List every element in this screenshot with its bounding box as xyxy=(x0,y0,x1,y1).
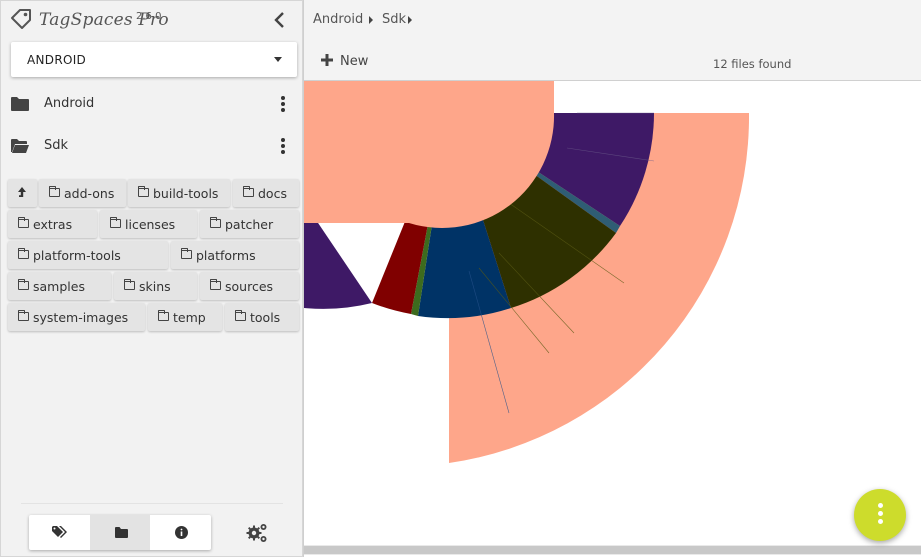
tag-logo-icon xyxy=(11,9,31,29)
subfolder-temp[interactable]: temp xyxy=(148,303,222,331)
location-select[interactable]: ANDROID xyxy=(11,42,297,77)
tab-folders[interactable] xyxy=(90,515,150,550)
scrollbar-thumb[interactable] xyxy=(304,546,921,554)
subfolder-patcher[interactable]: patcher xyxy=(200,210,299,238)
folder-open-icon xyxy=(11,139,29,153)
subfolder-docs[interactable]: docs xyxy=(233,179,299,207)
sidebar: TagSpaces Pro 2.6.0 ANDROID Android Sdk xyxy=(0,0,303,557)
directory-row-sdk[interactable]: Sdk xyxy=(1,125,304,167)
more-vert-icon[interactable] xyxy=(273,94,293,114)
folder-outline-icon xyxy=(210,279,221,290)
subfolder-tools[interactable]: tools xyxy=(225,303,299,331)
arrow-up-icon xyxy=(18,187,26,197)
sidebar-tabs xyxy=(29,515,211,550)
info-icon xyxy=(175,526,188,539)
files-found-count: 12 files found xyxy=(713,57,792,71)
horizontal-scrollbar[interactable] xyxy=(304,545,921,555)
folder-outline-icon xyxy=(158,310,169,321)
subfolder-licenses[interactable]: licenses xyxy=(100,210,197,238)
subfolder-skins[interactable]: skins xyxy=(114,272,197,300)
new-button-label: New xyxy=(340,54,369,69)
plus-icon xyxy=(321,54,333,66)
fab-more-button[interactable] xyxy=(854,489,906,541)
breadcrumb-arrow-icon xyxy=(408,16,412,24)
chevron-left-icon[interactable] xyxy=(269,9,291,31)
subfolder-system-images[interactable]: system-images xyxy=(8,303,145,331)
folder-outline-icon xyxy=(210,217,221,228)
tab-tags[interactable] xyxy=(29,515,89,550)
subfolder-platform-tools[interactable]: platform-tools xyxy=(8,241,168,269)
folder-visualization[interactable] xyxy=(304,81,921,545)
location-selected-value: ANDROID xyxy=(27,53,87,67)
folder-outline-icon xyxy=(49,186,60,197)
subfolder-build-tools[interactable]: build-tools xyxy=(128,179,230,207)
breadcrumb-arrow-icon xyxy=(369,16,373,24)
folder-outline-icon xyxy=(18,279,29,290)
folder-icon xyxy=(11,97,29,111)
gears-icon[interactable] xyxy=(245,521,269,545)
caret-down-icon xyxy=(274,57,282,62)
app-version: 2.6.0 xyxy=(136,11,162,22)
go-up-button[interactable] xyxy=(8,179,37,207)
tab-info[interactable] xyxy=(151,515,211,550)
folder-outline-icon xyxy=(235,310,246,321)
subfolder-sources[interactable]: sources xyxy=(200,272,299,300)
directory-label: Android xyxy=(44,96,95,111)
folder-outline-icon xyxy=(243,186,254,197)
folder-outline-icon xyxy=(18,248,29,259)
directory-label: Sdk xyxy=(44,138,69,153)
subfolder-extras[interactable]: extras xyxy=(8,210,97,238)
subfolder-platforms[interactable]: platforms xyxy=(171,241,299,269)
more-vert-icon xyxy=(878,503,883,508)
tags-icon xyxy=(52,526,67,538)
more-vert-icon[interactable] xyxy=(273,136,293,156)
new-button[interactable]: New xyxy=(320,52,390,72)
folder-outline-icon xyxy=(18,217,29,228)
directory-row-android[interactable]: Android xyxy=(1,83,304,125)
breadcrumb-item-android[interactable]: Android xyxy=(313,12,363,27)
folder-outline-icon xyxy=(18,310,29,321)
toolbar: Android Sdk New 12 files found xyxy=(304,0,921,81)
folder-icon xyxy=(115,527,128,538)
breadcrumb-item-sdk[interactable]: Sdk xyxy=(382,12,406,27)
folder-outline-icon xyxy=(124,279,135,290)
folder-outline-icon xyxy=(138,186,149,197)
divider xyxy=(21,503,283,504)
folder-outline-icon xyxy=(181,248,192,259)
subfolder-add-ons[interactable]: add-ons xyxy=(39,179,126,207)
main-area: Android Sdk New 12 files found xyxy=(303,0,922,557)
subfolder-buttons: add-ons build-tools docs extras licenses… xyxy=(8,179,300,334)
subfolder-samples[interactable]: samples xyxy=(8,272,111,300)
app-header: TagSpaces Pro 2.6.0 xyxy=(1,1,304,41)
folder-outline-icon xyxy=(110,217,121,228)
